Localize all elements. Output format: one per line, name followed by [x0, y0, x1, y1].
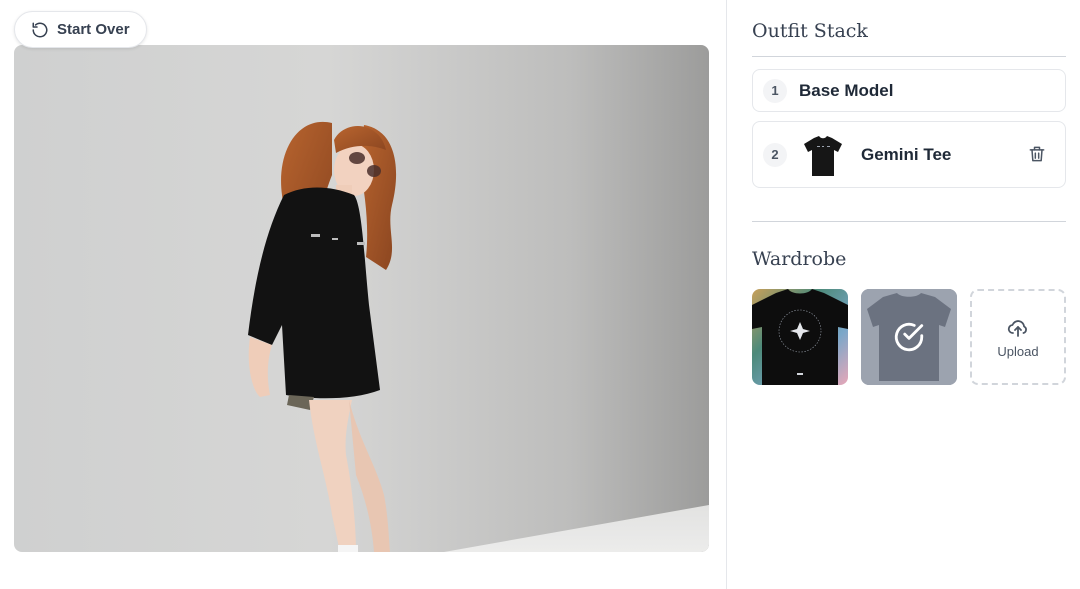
stack-item-base-model[interactable]: 1 Base Model [752, 69, 1066, 112]
outfit-stack-title: Outfit Stack [752, 20, 868, 42]
right-panel: Outfit Stack 1 Base Model 2 Gemini Tee W… [726, 0, 1080, 589]
stack-item-gemini-tee[interactable]: 2 Gemini Tee [752, 121, 1066, 188]
stack-index-badge: 2 [763, 142, 787, 167]
divider [752, 221, 1066, 222]
upload-button[interactable]: Upload [970, 289, 1066, 385]
wardrobe-grid: Upload [752, 289, 1066, 385]
upload-label: Upload [997, 343, 1039, 359]
start-over-label: Start Over [57, 21, 130, 38]
reset-icon [31, 21, 49, 39]
stack-item-label: Gemini Tee [861, 144, 952, 164]
tshirt-thumbnail [799, 130, 847, 179]
wardrobe-item-tee-2-selected[interactable] [861, 289, 957, 385]
trash-icon[interactable] [1027, 144, 1049, 166]
model-canvas: Start Over [0, 0, 726, 589]
app-root: Start Over Outfit Stack 1 Base Model 2 G… [0, 0, 1080, 589]
cloud-upload-icon [1006, 316, 1030, 340]
wardrobe-item-tee-1[interactable] [752, 289, 848, 385]
stack-index-badge: 1 [763, 78, 787, 103]
check-circle-icon [892, 320, 926, 354]
divider [752, 56, 1066, 57]
model-photo [14, 45, 709, 552]
stack-item-label: Base Model [799, 80, 894, 100]
wardrobe-title: Wardrobe [752, 248, 847, 270]
start-over-button[interactable]: Start Over [14, 11, 147, 48]
